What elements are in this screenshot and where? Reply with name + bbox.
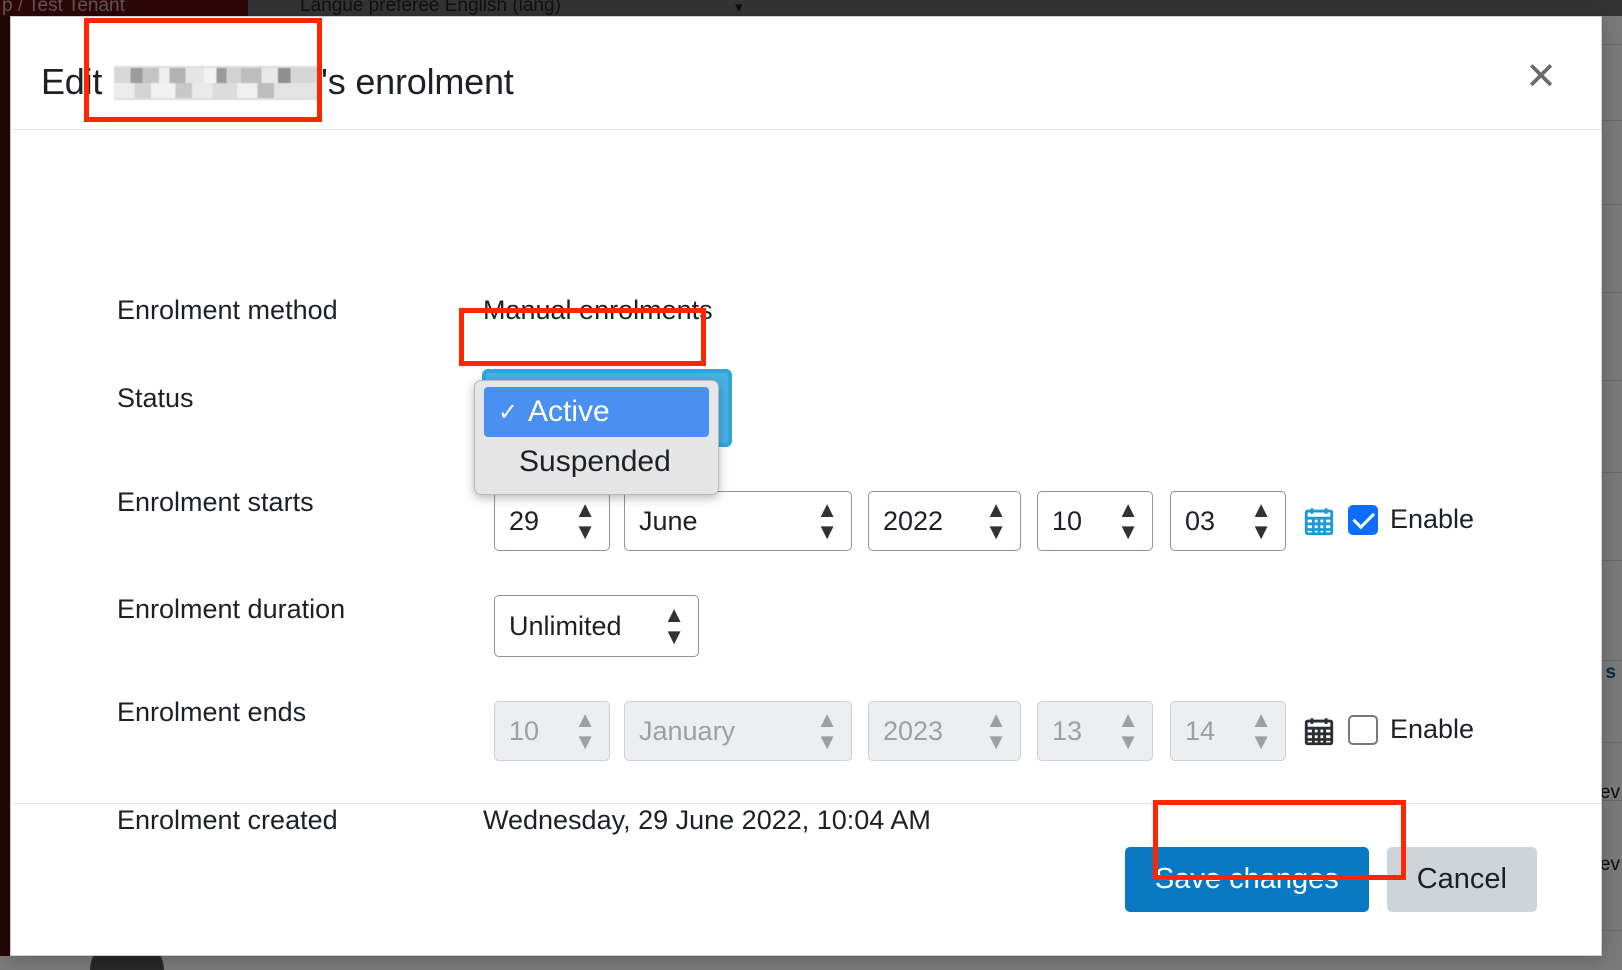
calendar-icon[interactable] <box>1302 504 1336 538</box>
enrolment-starts-enable-label: Enable <box>1390 504 1474 535</box>
redacted-student-name <box>114 66 319 100</box>
modal-title-suffix: 's enrolment <box>321 61 514 102</box>
enrolment-starts-label: Enrolment starts <box>117 487 314 518</box>
updown-arrows-icon: ▲▼ <box>816 499 837 543</box>
enrolment-ends-year-select: 2023 ▲▼ <box>868 701 1021 761</box>
status-option-active[interactable]: ✓ Active <box>484 387 709 437</box>
enrolment-starts-hour-value: 10 <box>1052 506 1082 537</box>
updown-arrows-icon: ▲▼ <box>574 499 595 543</box>
enrolment-starts-minute-value: 03 <box>1185 506 1215 537</box>
enrolment-ends-enable-label: Enable <box>1390 714 1474 745</box>
status-option-suspended[interactable]: Suspended <box>475 437 718 487</box>
cancel-button[interactable]: Cancel <box>1387 847 1537 912</box>
status-option-suspended-label: Suspended <box>519 445 671 479</box>
enrolment-starts-day-value: 29 <box>509 506 539 537</box>
enrolment-starts-month-value: June <box>639 506 698 537</box>
enrolment-ends-day-value: 10 <box>509 716 539 747</box>
enrolment-ends-hour-select: 13 ▲▼ <box>1037 701 1153 761</box>
updown-arrows-icon: ▲▼ <box>985 709 1006 753</box>
enrolment-ends-minute-value: 14 <box>1185 716 1215 747</box>
save-changes-button[interactable]: Save changes <box>1125 847 1369 912</box>
enrolment-ends-enable-checkbox[interactable] <box>1348 715 1378 745</box>
enrolment-duration-value: Unlimited <box>509 611 622 642</box>
enrolment-method-value: Manual enrolments <box>483 295 713 326</box>
page-title: Edit 's enrolment <box>41 61 514 103</box>
updown-arrows-icon: ▲▼ <box>985 499 1006 543</box>
page-root: p / Test Tenant Langue préférée English … <box>0 0 1622 970</box>
enrolment-ends-day-select: 10 ▲▼ <box>494 701 610 761</box>
updown-arrows-icon: ▲▼ <box>1117 499 1138 543</box>
enrolment-ends-minute-select: 14 ▲▼ <box>1170 701 1286 761</box>
check-icon: ✓ <box>498 398 528 427</box>
edit-enrolment-modal: Edit 's enrolment ✕ Enrolment method Man… <box>10 16 1602 956</box>
status-dropdown-popup[interactable]: ✓ Active Suspended <box>474 380 719 495</box>
enrolment-duration-label: Enrolment duration <box>117 594 345 625</box>
enrolment-ends-month-value: January <box>639 716 735 747</box>
modal-footer: Save changes Cancel <box>11 803 1601 955</box>
enrolment-starts-month-select[interactable]: June ▲▼ <box>624 491 852 551</box>
updown-arrows-icon: ▲▼ <box>574 709 595 753</box>
enrolment-starts-enable-checkbox[interactable] <box>1348 505 1378 535</box>
modal-header: Edit 's enrolment ✕ <box>11 17 1601 130</box>
updown-arrows-icon: ▲▼ <box>663 604 684 648</box>
status-option-active-label: Active <box>528 395 610 429</box>
updown-arrows-icon: ▲▼ <box>1250 499 1271 543</box>
updown-arrows-icon: ▲▼ <box>1117 709 1138 753</box>
enrolment-starts-day-select[interactable]: 29 ▲▼ <box>494 491 610 551</box>
enrolment-starts-year-value: 2022 <box>883 506 943 537</box>
calendar-icon <box>1302 714 1336 748</box>
enrolment-method-label: Enrolment method <box>117 295 338 326</box>
enrolment-starts-year-select[interactable]: 2022 ▲▼ <box>868 491 1021 551</box>
enrolment-duration-select[interactable]: Unlimited ▲▼ <box>494 595 699 657</box>
close-icon[interactable]: ✕ <box>1523 59 1559 95</box>
updown-arrows-icon: ▲▼ <box>816 709 837 753</box>
enrolment-ends-hour-value: 13 <box>1052 716 1082 747</box>
enrolment-ends-enable-group[interactable]: Enable <box>1348 714 1474 745</box>
enrolment-ends-month-select: January ▲▼ <box>624 701 852 761</box>
enrolment-ends-label: Enrolment ends <box>117 697 306 728</box>
enrolment-starts-minute-select[interactable]: 03 ▲▼ <box>1170 491 1286 551</box>
enrolment-ends-year-value: 2023 <box>883 716 943 747</box>
enrolment-starts-enable-group[interactable]: Enable <box>1348 504 1474 535</box>
modal-title-prefix: Edit <box>41 61 112 102</box>
modal-body: Enrolment method Manual enrolments Statu… <box>11 130 1601 803</box>
updown-arrows-icon: ▲▼ <box>1250 709 1271 753</box>
enrolment-starts-hour-select[interactable]: 10 ▲▼ <box>1037 491 1153 551</box>
status-label: Status <box>117 383 194 414</box>
